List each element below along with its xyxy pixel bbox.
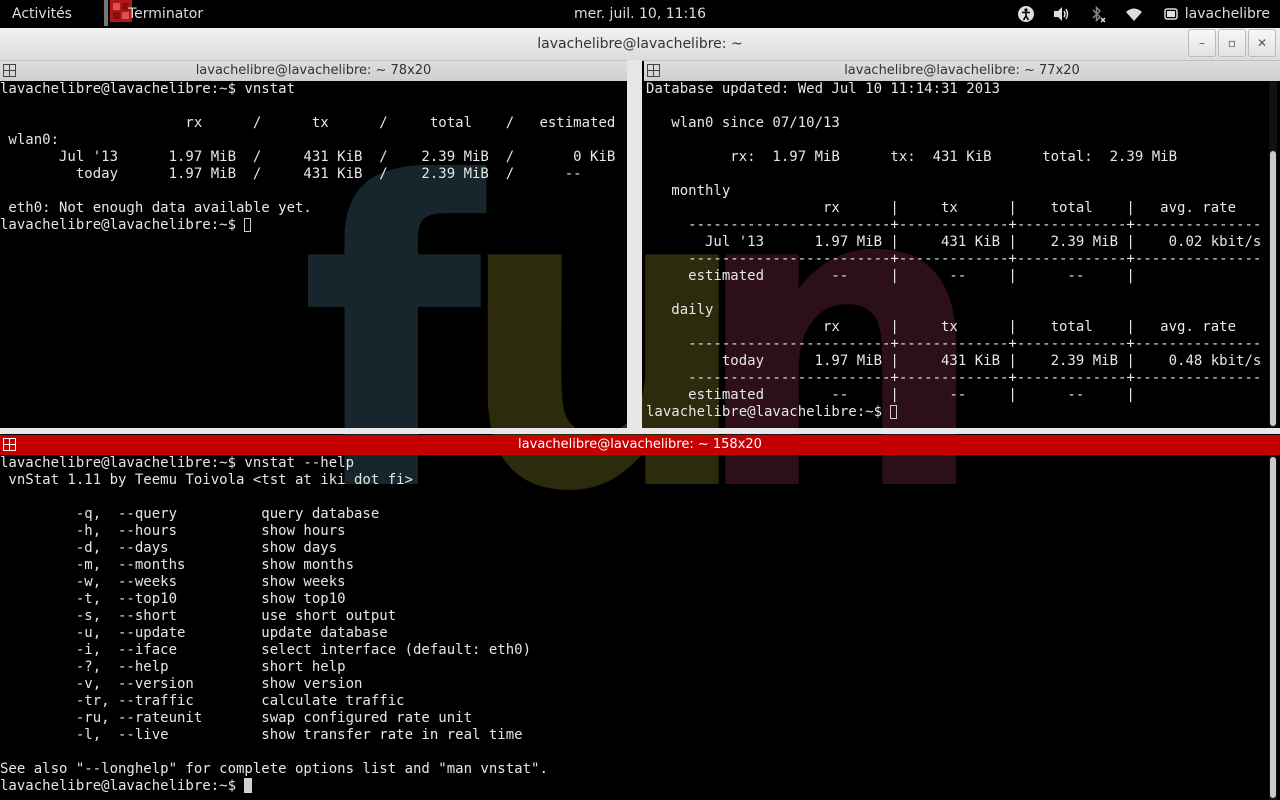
terminal-cursor [244, 218, 252, 232]
terminal-line: -w, --weeks show weeks [0, 574, 346, 590]
split-grid-icon[interactable] [3, 438, 16, 451]
terminal-line: -m, --months show months [0, 557, 355, 573]
wifi-icon[interactable] [1123, 3, 1145, 25]
split-grid-icon[interactable] [3, 64, 16, 77]
scrollbar-bottom[interactable] [1269, 455, 1277, 800]
app-menu[interactable]: Terminator [128, 6, 203, 22]
terminal-line: -q, --query query database [0, 506, 380, 522]
terminal-prompt: lavachelibre@lavachelibre:~$ [0, 778, 245, 794]
terminal-line: estimated -- | -- | -- | [646, 387, 1135, 403]
terminal-line: rx | tx | total | avg. rate [646, 200, 1237, 216]
pane-divider-horizontal[interactable] [0, 428, 1280, 434]
terminal-line: -v, --version show version [0, 676, 363, 692]
pane-divider-vertical[interactable] [627, 60, 642, 430]
volume-icon[interactable] [1051, 3, 1073, 25]
terminal-line: ------------------------+-------------+-… [646, 251, 1262, 267]
terminal-line: lavachelibre@lavachelibre:~$ vnstat --he… [0, 455, 355, 471]
clock[interactable]: mer. juil. 10, 11:16 [574, 6, 706, 22]
terminal-line: vnStat 1.11 by Teemu Toivola <tst at iki… [0, 472, 414, 488]
terminal-cursor [244, 778, 253, 793]
pane-titlebar-top-left[interactable]: lavachelibre@lavachelibre: ~ 78x20 [0, 61, 627, 81]
close-button[interactable]: ✕ [1248, 29, 1276, 57]
terminal-line: Jul '13 1.97 MiB / 431 KiB / 2.39 MiB / … [0, 149, 616, 165]
system-tray: lavachelibre [1001, 3, 1270, 25]
terminal-line: daily [646, 302, 714, 318]
maximize-button[interactable]: ▫ [1218, 29, 1246, 57]
terminal-line: -d, --days show days [0, 540, 338, 556]
window-title: lavachelibre@lavachelibre: ~ [537, 36, 743, 52]
terminal-line: rx | tx | total | avg. rate [646, 319, 1237, 335]
terminal-line: See also "--longhelp" for complete optio… [0, 761, 548, 777]
terminal-line: ------------------------+-------------+-… [646, 370, 1262, 386]
terminal-line: wlan0 since 07/10/13 [646, 115, 840, 131]
terminal-prompt: lavachelibre@lavachelibre:~$ [0, 217, 245, 233]
window-titlebar[interactable]: lavachelibre@lavachelibre: ~ – ▫ ✕ [0, 28, 1280, 61]
user-menu[interactable]: lavachelibre [1185, 6, 1270, 22]
terminal-line: -ru, --rateunit swap configured rate uni… [0, 710, 473, 726]
scrollbar-top-right[interactable] [1269, 81, 1277, 428]
pane-titlebar-bottom[interactable]: lavachelibre@lavachelibre: ~ 158x20 [0, 435, 1280, 455]
terminal-line: today 1.97 MiB / 431 KiB / 2.39 MiB / -- [0, 166, 582, 182]
terminal-line: -h, --hours show hours [0, 523, 346, 539]
terminal-line: Database updated: Wed Jul 10 11:14:31 20… [646, 81, 1001, 97]
pane-title: lavachelibre@lavachelibre: ~ 77x20 [844, 63, 1080, 78]
terminal-line: -tr, --traffic calculate traffic [0, 693, 405, 709]
terminal-line: today 1.97 MiB | 431 KiB | 2.39 MiB | 0.… [646, 353, 1262, 369]
accessibility-icon[interactable] [1015, 3, 1037, 25]
terminal-line: estimated -- | -- | -- | [646, 268, 1135, 284]
pane-title: lavachelibre@lavachelibre: ~ 158x20 [518, 437, 762, 452]
terminal-line: -s, --short use short output [0, 608, 397, 624]
activities-button[interactable]: Activités [12, 6, 72, 22]
terminal-line: Jul '13 1.97 MiB | 431 KiB | 2.39 MiB | … [646, 234, 1262, 250]
minimize-button[interactable]: – [1188, 29, 1216, 57]
terminal-line: monthly [646, 183, 731, 199]
terminal-top-left[interactable]: lavachelibre@lavachelibre:~$ vnstat rx /… [0, 81, 625, 428]
user-icon[interactable] [1163, 3, 1179, 25]
pane-title: lavachelibre@lavachelibre: ~ 78x20 [195, 63, 432, 78]
bluetooth-disabled-icon[interactable] [1087, 3, 1109, 25]
top-bar: Activités Terminator mer. juil. 10, 11:1… [0, 0, 1280, 28]
terminal-line: ------------------------+-------------+-… [646, 217, 1262, 233]
terminal-top-right[interactable]: Database updated: Wed Jul 10 11:14:31 20… [646, 81, 1266, 428]
terminal-prompt: lavachelibre@lavachelibre:~$ [646, 404, 891, 420]
terminal-line: -?, --help short help [0, 659, 346, 675]
terminal-line: -l, --live show transfer rate in real ti… [0, 727, 523, 743]
terminal-line: lavachelibre@lavachelibre:~$ vnstat [0, 81, 296, 97]
terminal-line: -i, --iface select interface (default: e… [0, 642, 532, 658]
terminal-line: rx: 1.97 MiB tx: 431 KiB total: 2.39 MiB [646, 149, 1178, 165]
split-grid-icon[interactable] [647, 64, 660, 77]
terminal-bottom[interactable]: lavachelibre@lavachelibre:~$ vnstat --he… [0, 455, 1266, 800]
terminal-line: -t, --top10 show top10 [0, 591, 346, 607]
terminal-line: eth0: Not enough data available yet. [0, 200, 312, 216]
terminal-cursor [890, 405, 898, 419]
terminal-line: rx / tx / total / estimated [0, 115, 616, 131]
pane-titlebar-top-right[interactable]: lavachelibre@lavachelibre: ~ 77x20 [644, 61, 1280, 81]
terminal-line: wlan0: [0, 132, 60, 148]
terminal-line: ------------------------+-------------+-… [646, 336, 1262, 352]
terminal-line: -u, --update update database [0, 625, 388, 641]
